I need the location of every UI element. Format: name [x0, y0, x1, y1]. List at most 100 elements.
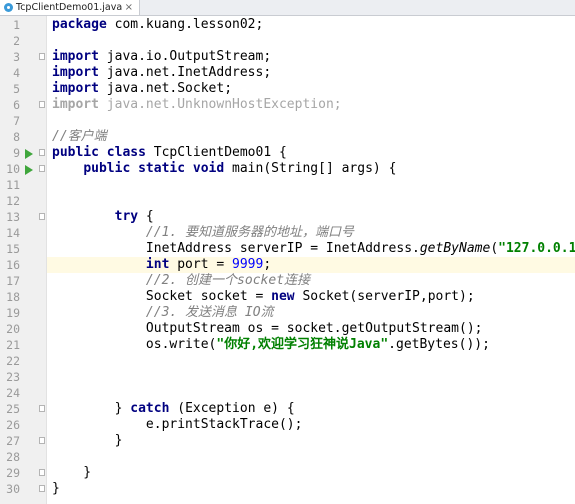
code-token: (: [490, 241, 499, 256]
code-token: public static void: [83, 161, 225, 176]
line-number: 18: [6, 290, 20, 304]
code-token: new: [271, 289, 295, 304]
code-token: public class: [52, 145, 146, 160]
code-line[interactable]: 6 import java.net.UnknownHostException;: [0, 97, 575, 113]
code-text: import java.net.Socket;: [52, 81, 232, 97]
code-editor[interactable]: 1 package com.kuang.lesson02; 2 3 import jav…: [0, 16, 575, 504]
fold-marker-icon[interactable]: [39, 469, 45, 476]
code-token: Socket socket =: [52, 289, 272, 304]
code-token: }: [52, 481, 60, 496]
code-token: InetAddress serverIP = InetAddress.: [52, 241, 420, 256]
code-token: }: [52, 401, 131, 416]
code-line[interactable]: 3 import java.io.OutputStream;: [0, 49, 575, 65]
code-token: com.kuang.lesson02;: [106, 17, 264, 32]
fold-marker-icon[interactable]: [39, 405, 45, 412]
code-token: }: [52, 433, 123, 448]
code-line[interactable]: 2: [0, 33, 575, 49]
line-number: 24: [6, 386, 20, 400]
code-text: Socket socket = new Socket(serverIP,port…: [52, 289, 475, 305]
editor-tab-bar: TcpClientDemo01.java ×: [0, 0, 575, 16]
fold-marker-icon[interactable]: [39, 165, 45, 172]
code-text: }: [52, 433, 123, 449]
code-text: e.printStackTrace();: [52, 417, 303, 433]
code-token: e.printStackTrace();: [52, 417, 303, 432]
code-line[interactable]: 10 public static void main(String[] args…: [0, 161, 575, 177]
line-number: 26: [6, 418, 20, 432]
code-line[interactable]: 20 OutputStream os = socket.getOutputStr…: [0, 321, 575, 337]
line-number: 15: [6, 242, 20, 256]
code-line[interactable]: 8 //客户端: [0, 129, 575, 145]
code-line[interactable]: 28: [0, 449, 575, 465]
code-token: OutputStream os = socket.getOutputStream…: [52, 321, 483, 336]
code-token: os.write(: [52, 337, 217, 352]
code-line[interactable]: 22: [0, 353, 575, 369]
code-token: java.net.InetAddress;: [98, 65, 272, 80]
code-text: try {: [52, 209, 154, 225]
code-text: public static void main(String[] args) {: [52, 161, 396, 177]
line-number: 25: [6, 402, 20, 416]
fold-marker-icon[interactable]: [39, 149, 45, 156]
code-token: catch: [130, 401, 170, 416]
code-text: int port = 9999;: [52, 257, 272, 273]
file-tab-label: TcpClientDemo01.java: [16, 2, 123, 13]
line-number: 14: [6, 226, 20, 240]
code-text: os.write("你好,欢迎学习狂神说Java".getBytes());: [52, 337, 490, 353]
code-line[interactable]: 5 import java.net.Socket;: [0, 81, 575, 97]
fold-marker-icon[interactable]: [39, 437, 45, 444]
code-token: .getBytes());: [388, 337, 490, 352]
code-line[interactable]: 29 }: [0, 465, 575, 481]
code-text: import java.net.UnknownHostException;: [52, 97, 342, 113]
code-text: }: [52, 481, 60, 497]
code-line[interactable]: 12: [0, 193, 575, 209]
code-line[interactable]: 4 import java.net.InetAddress;: [0, 65, 575, 81]
code-text: }: [52, 465, 91, 481]
fold-marker-icon[interactable]: [39, 101, 45, 108]
code-token: }: [52, 465, 92, 480]
code-token: java.net.UnknownHostException;: [98, 97, 342, 112]
code-line[interactable]: 15 InetAddress serverIP = InetAddress.ge…: [0, 241, 575, 257]
code-token: main(String[] args) {: [224, 161, 397, 176]
file-tab[interactable]: TcpClientDemo01.java ×: [0, 0, 140, 15]
line-number: 12: [6, 194, 20, 208]
code-line[interactable]: 13 try {: [0, 209, 575, 225]
fold-marker-icon[interactable]: [39, 53, 45, 60]
code-line[interactable]: 30}: [0, 481, 575, 497]
code-line[interactable]: 26 e.printStackTrace();: [0, 417, 575, 433]
code-token: //3. 发送消息 IO流: [145, 305, 274, 320]
code-token: import: [52, 65, 99, 80]
code-line[interactable]: 7: [0, 113, 575, 129]
code-line[interactable]: 27 }: [0, 433, 575, 449]
line-number: 16: [6, 258, 20, 272]
run-gutter-icon[interactable]: [25, 149, 33, 159]
code-line[interactable]: 11: [0, 177, 575, 193]
code-line[interactable]: 14 //1. 要知道服务器的地址，端口号: [0, 225, 575, 241]
close-tab-icon[interactable]: ×: [125, 0, 133, 15]
line-number: 1: [13, 18, 20, 32]
code-token: Socket(serverIP,port);: [294, 289, 475, 304]
code-line[interactable]: 16 int port = 9999;: [0, 257, 575, 273]
code-token: "127.0.0.1": [498, 241, 575, 256]
line-number: 2: [13, 34, 20, 48]
code-token: ;: [263, 257, 272, 272]
code-token: getByName: [419, 241, 491, 256]
run-gutter-icon[interactable]: [25, 165, 33, 175]
code-line[interactable]: 9 public class TcpClientDemo01 {: [0, 145, 575, 161]
code-line[interactable]: 21 os.write("你好,欢迎学习狂神说Java".getBytes())…: [0, 337, 575, 353]
code-line[interactable]: 25 } catch (Exception e) {: [0, 401, 575, 417]
line-number: 20: [6, 322, 20, 336]
code-line[interactable]: 1 package com.kuang.lesson02;: [0, 17, 575, 33]
fold-marker-icon[interactable]: [39, 485, 45, 492]
line-number: 13: [6, 210, 20, 224]
line-number: 10: [6, 162, 20, 176]
fold-marker-icon[interactable]: [39, 213, 45, 220]
line-number: 17: [6, 274, 20, 288]
code-line[interactable]: 19 //3. 发送消息 IO流: [0, 305, 575, 321]
line-number: 7: [13, 114, 20, 128]
code-line[interactable]: 17 //2. 创建一个socket连接: [0, 273, 575, 289]
code-token: import: [52, 49, 99, 64]
code-line[interactable]: 24: [0, 385, 575, 401]
code-line[interactable]: 23: [0, 369, 575, 385]
code-line[interactable]: 18 Socket socket = new Socket(serverIP,p…: [0, 289, 575, 305]
code-token: try: [114, 209, 139, 224]
